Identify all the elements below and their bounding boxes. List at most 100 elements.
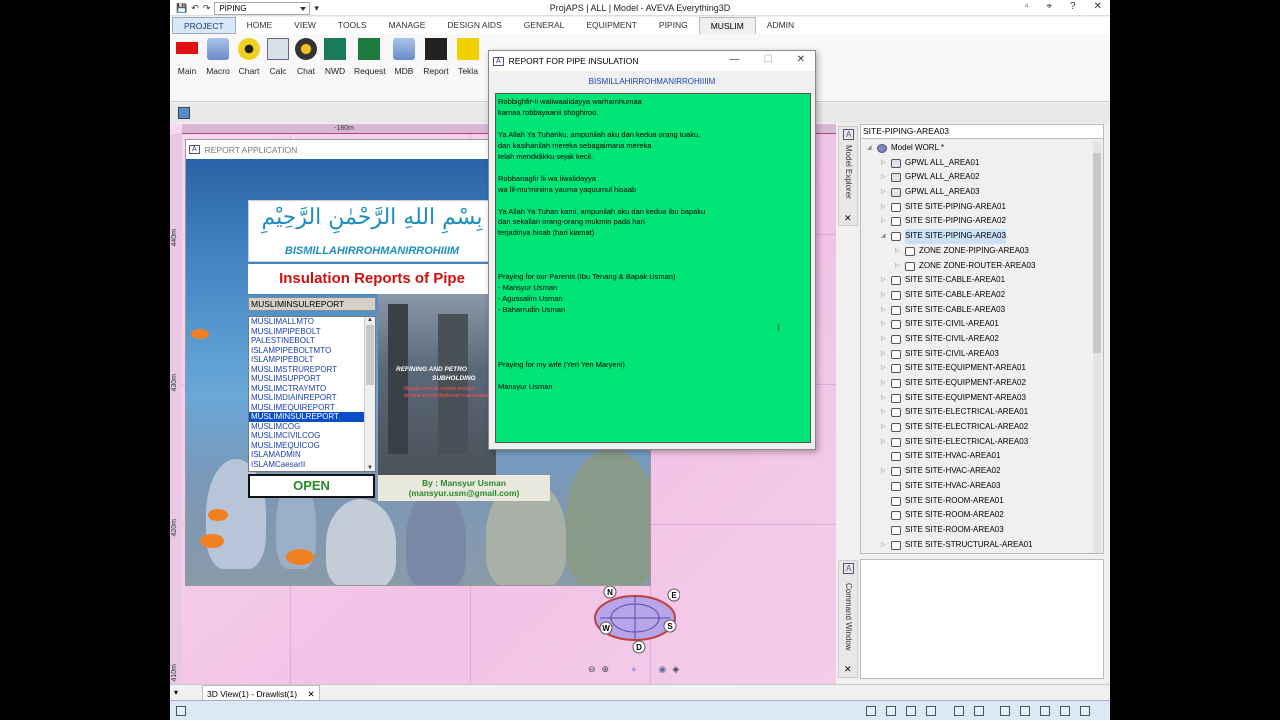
tree-item[interactable]: ▷ GPWL ALL_AREA02 — [861, 170, 1093, 185]
tab-3d-view[interactable]: 3D View(1) - Drawlist(1) ✕ — [202, 685, 320, 701]
expand-arrow-icon[interactable]: ▷ — [895, 244, 900, 259]
tree-item[interactable]: ▷ SITE SITE-EQUIPMENT-AREA01 — [861, 361, 1093, 376]
expand-arrow-icon[interactable]: ▷ — [881, 538, 886, 553]
expand-arrow-icon[interactable]: ▷ — [895, 259, 900, 274]
tekla-button[interactable]: Tekla — [453, 38, 483, 76]
tree-item[interactable]: ▷ SITE SITE-CABLE-AREA02 — [861, 288, 1093, 303]
expand-arrow-icon[interactable]: ▷ — [881, 347, 886, 362]
grid-toggle-icon[interactable] — [866, 706, 876, 716]
tab-view[interactable]: VIEW — [283, 17, 327, 34]
report-combo[interactable]: MUSLIMINSULREPORT — [248, 297, 376, 311]
request-button[interactable]: Request — [354, 38, 386, 76]
report-list-item[interactable]: MUSLIMDIAINREPORT — [249, 393, 375, 403]
scroll-thumb[interactable] — [366, 325, 374, 385]
report-list-item[interactable]: MUSLIMCTRAYMTO — [249, 384, 375, 394]
explorer-scroll-thumb[interactable] — [1093, 153, 1101, 353]
select-icon[interactable] — [954, 706, 964, 716]
settings-icon[interactable] — [1080, 706, 1090, 716]
tab-manage[interactable]: MANAGE — [378, 17, 437, 34]
report-list-item[interactable]: ISLAMPIPEBOLT — [249, 355, 375, 365]
collapse-arrow-icon[interactable]: ◢ — [867, 141, 872, 156]
tree-item[interactable]: SITE SITE-HVAC-AREA03 — [861, 479, 1093, 494]
tree-item[interactable]: ▷ SITE SITE-EQUIPMENT-AREA02 — [861, 376, 1093, 391]
tree-item[interactable]: ▷ SITE SITE-HVAC-AREA02 — [861, 464, 1093, 479]
tab-equipment[interactable]: EQUIPMENT — [575, 17, 648, 34]
expand-arrow-icon[interactable]: ▷ — [881, 332, 886, 347]
nav-forward-icon[interactable]: ⊕ — [602, 664, 610, 675]
command-window[interactable] — [860, 559, 1104, 679]
tree-item[interactable]: ▷ GPWL ALL_AREA01 — [861, 156, 1093, 171]
model-explorer-sidetab[interactable]: A Model Explorer ✕ — [838, 126, 858, 226]
tree-item[interactable]: ▷ SITE SITE-EQUIPMENT-AREA03 — [861, 391, 1093, 406]
explorer-combo[interactable]: SITE-PIPING-AREA03 — [861, 125, 1103, 139]
redo-icon[interactable]: ↷ — [203, 3, 211, 14]
open-button[interactable]: OPEN — [248, 474, 375, 498]
expand-arrow-icon[interactable]: ▷ — [881, 156, 886, 171]
view-icon[interactable] — [178, 107, 190, 119]
report-list-item[interactable]: MUSLIMINSULREPORT — [249, 412, 375, 422]
tab-muslim[interactable]: MUSLIM — [698, 17, 756, 34]
tree-item[interactable]: SITE SITE-HVAC-AREA01 — [861, 449, 1093, 464]
tree-item[interactable]: ▷ SITE SITE-STRUCTURAL-AREA01 — [861, 538, 1093, 553]
mdb-button[interactable]: MDB — [389, 38, 419, 76]
report-list[interactable]: MUSLIMALLMTO MUSLIMPIPEBOLT PALESTINEBOLT I… — [248, 316, 376, 472]
tree-item[interactable]: ▷ ZONE ZONE-ROUTER-AREA03 — [861, 259, 1093, 274]
tree-item[interactable]: SITE SITE-ROOM-AREA02 — [861, 508, 1093, 523]
clip-icon[interactable] — [926, 706, 936, 716]
command-window-sidetab[interactable]: A Command Window ✕ — [838, 560, 858, 678]
report-list-item[interactable]: MUSLIMALLMTO — [249, 317, 375, 327]
report-list-item[interactable]: ISLAMPIPEBOLTMTO — [249, 346, 375, 356]
customize-icon[interactable]: ▾ — [314, 3, 319, 14]
expand-arrow-icon[interactable]: ▷ — [881, 185, 886, 200]
dialog-close-icon[interactable]: ✕ — [797, 54, 805, 65]
report-list-item[interactable]: MUSLIMCIVILCOG — [249, 431, 375, 441]
tree-item[interactable]: ▷ SITE SITE-ELECTRICAL-AREA03 — [861, 435, 1093, 450]
expand-arrow-icon[interactable]: ▷ — [881, 214, 886, 229]
report-button[interactable]: Report — [421, 38, 451, 76]
expand-arrow-icon[interactable]: ▷ — [881, 200, 886, 215]
tree-item[interactable]: ▷ SITE SITE-PIPING-AREA02 — [861, 214, 1093, 229]
nav-dot-icon[interactable]: ● — [631, 664, 636, 675]
walk-icon[interactable] — [974, 706, 984, 716]
tab-admin[interactable]: ADMIN — [756, 17, 805, 34]
discipline-combo[interactable]: PIPING — [214, 1, 311, 15]
command-close-icon[interactable]: ✕ — [844, 664, 852, 675]
tree-item[interactable]: ▷ SITE SITE-ELECTRICAL-AREA02 — [861, 420, 1093, 435]
tree-item[interactable]: ◢ Model WORL * — [861, 141, 1093, 156]
explorer-close-icon[interactable]: ✕ — [844, 213, 852, 224]
snap-icon[interactable] — [906, 706, 916, 716]
nav-back-icon[interactable]: ⊖ — [588, 664, 596, 675]
expand-arrow-icon[interactable]: ▷ — [881, 420, 886, 435]
tree-item[interactable]: ▷ SITE SITE-ELECTRICAL-AREA01 — [861, 405, 1093, 420]
tree-item[interactable]: ▷ SITE SITE-CIVIL-AREA01 — [861, 317, 1093, 332]
report-list-item[interactable]: ISLAMADMIN — [249, 450, 375, 460]
tree-item[interactable]: ▷ ZONE ZONE-PIPING-AREA03 — [861, 244, 1093, 259]
expand-arrow-icon[interactable]: ▷ — [881, 273, 886, 288]
minimize-icon[interactable]: — — [730, 54, 740, 65]
tree-item[interactable]: ◢ SITE SITE-PIPING-AREA03 — [861, 229, 1093, 244]
explorer-scrollbar[interactable] — [1093, 141, 1101, 553]
tree-item[interactable]: SITE SITE-ROOM-AREA01 — [861, 494, 1093, 509]
expand-arrow-icon[interactable]: ▷ — [881, 464, 886, 479]
list-scrollbar[interactable]: ▲ ▼ — [364, 317, 375, 471]
tab-tools[interactable]: TOOLS — [327, 17, 378, 34]
tree-item[interactable]: ▷ SITE SITE-CIVIL-AREA03 — [861, 347, 1093, 362]
collapse-arrow-icon[interactable]: ◢ — [881, 229, 886, 244]
expand-arrow-icon[interactable]: ▷ — [881, 170, 886, 185]
tree-item[interactable]: ▷ SITE SITE-CABLE-AREA01 — [861, 273, 1093, 288]
zoom-extent-icon[interactable] — [1000, 706, 1010, 716]
undo-icon[interactable]: ↶ — [191, 3, 199, 14]
scroll-up-icon[interactable]: ▲ — [365, 317, 375, 323]
target-icon[interactable]: ⌖ — [1046, 1, 1052, 12]
pan-icon[interactable] — [1020, 706, 1030, 716]
expand-arrow-icon[interactable]: ▷ — [881, 376, 886, 391]
report-list-item[interactable]: MUSLIMEQUIREPORT — [249, 403, 375, 413]
measure-icon[interactable] — [886, 706, 896, 716]
report-list-item[interactable]: MUSLIMSUPPORT — [249, 374, 375, 384]
maximize-icon[interactable]: ☐ — [764, 54, 773, 65]
globe-icon[interactable]: ◉ — [659, 664, 667, 675]
expand-arrow-icon[interactable]: ▷ — [881, 288, 886, 303]
expand-arrow-icon[interactable]: ▷ — [881, 303, 886, 318]
report-list-item[interactable]: MUSLIMSTRUREPORT — [249, 365, 375, 375]
tree-item[interactable]: ▷ GPWL ALL_AREA03 — [861, 185, 1093, 200]
